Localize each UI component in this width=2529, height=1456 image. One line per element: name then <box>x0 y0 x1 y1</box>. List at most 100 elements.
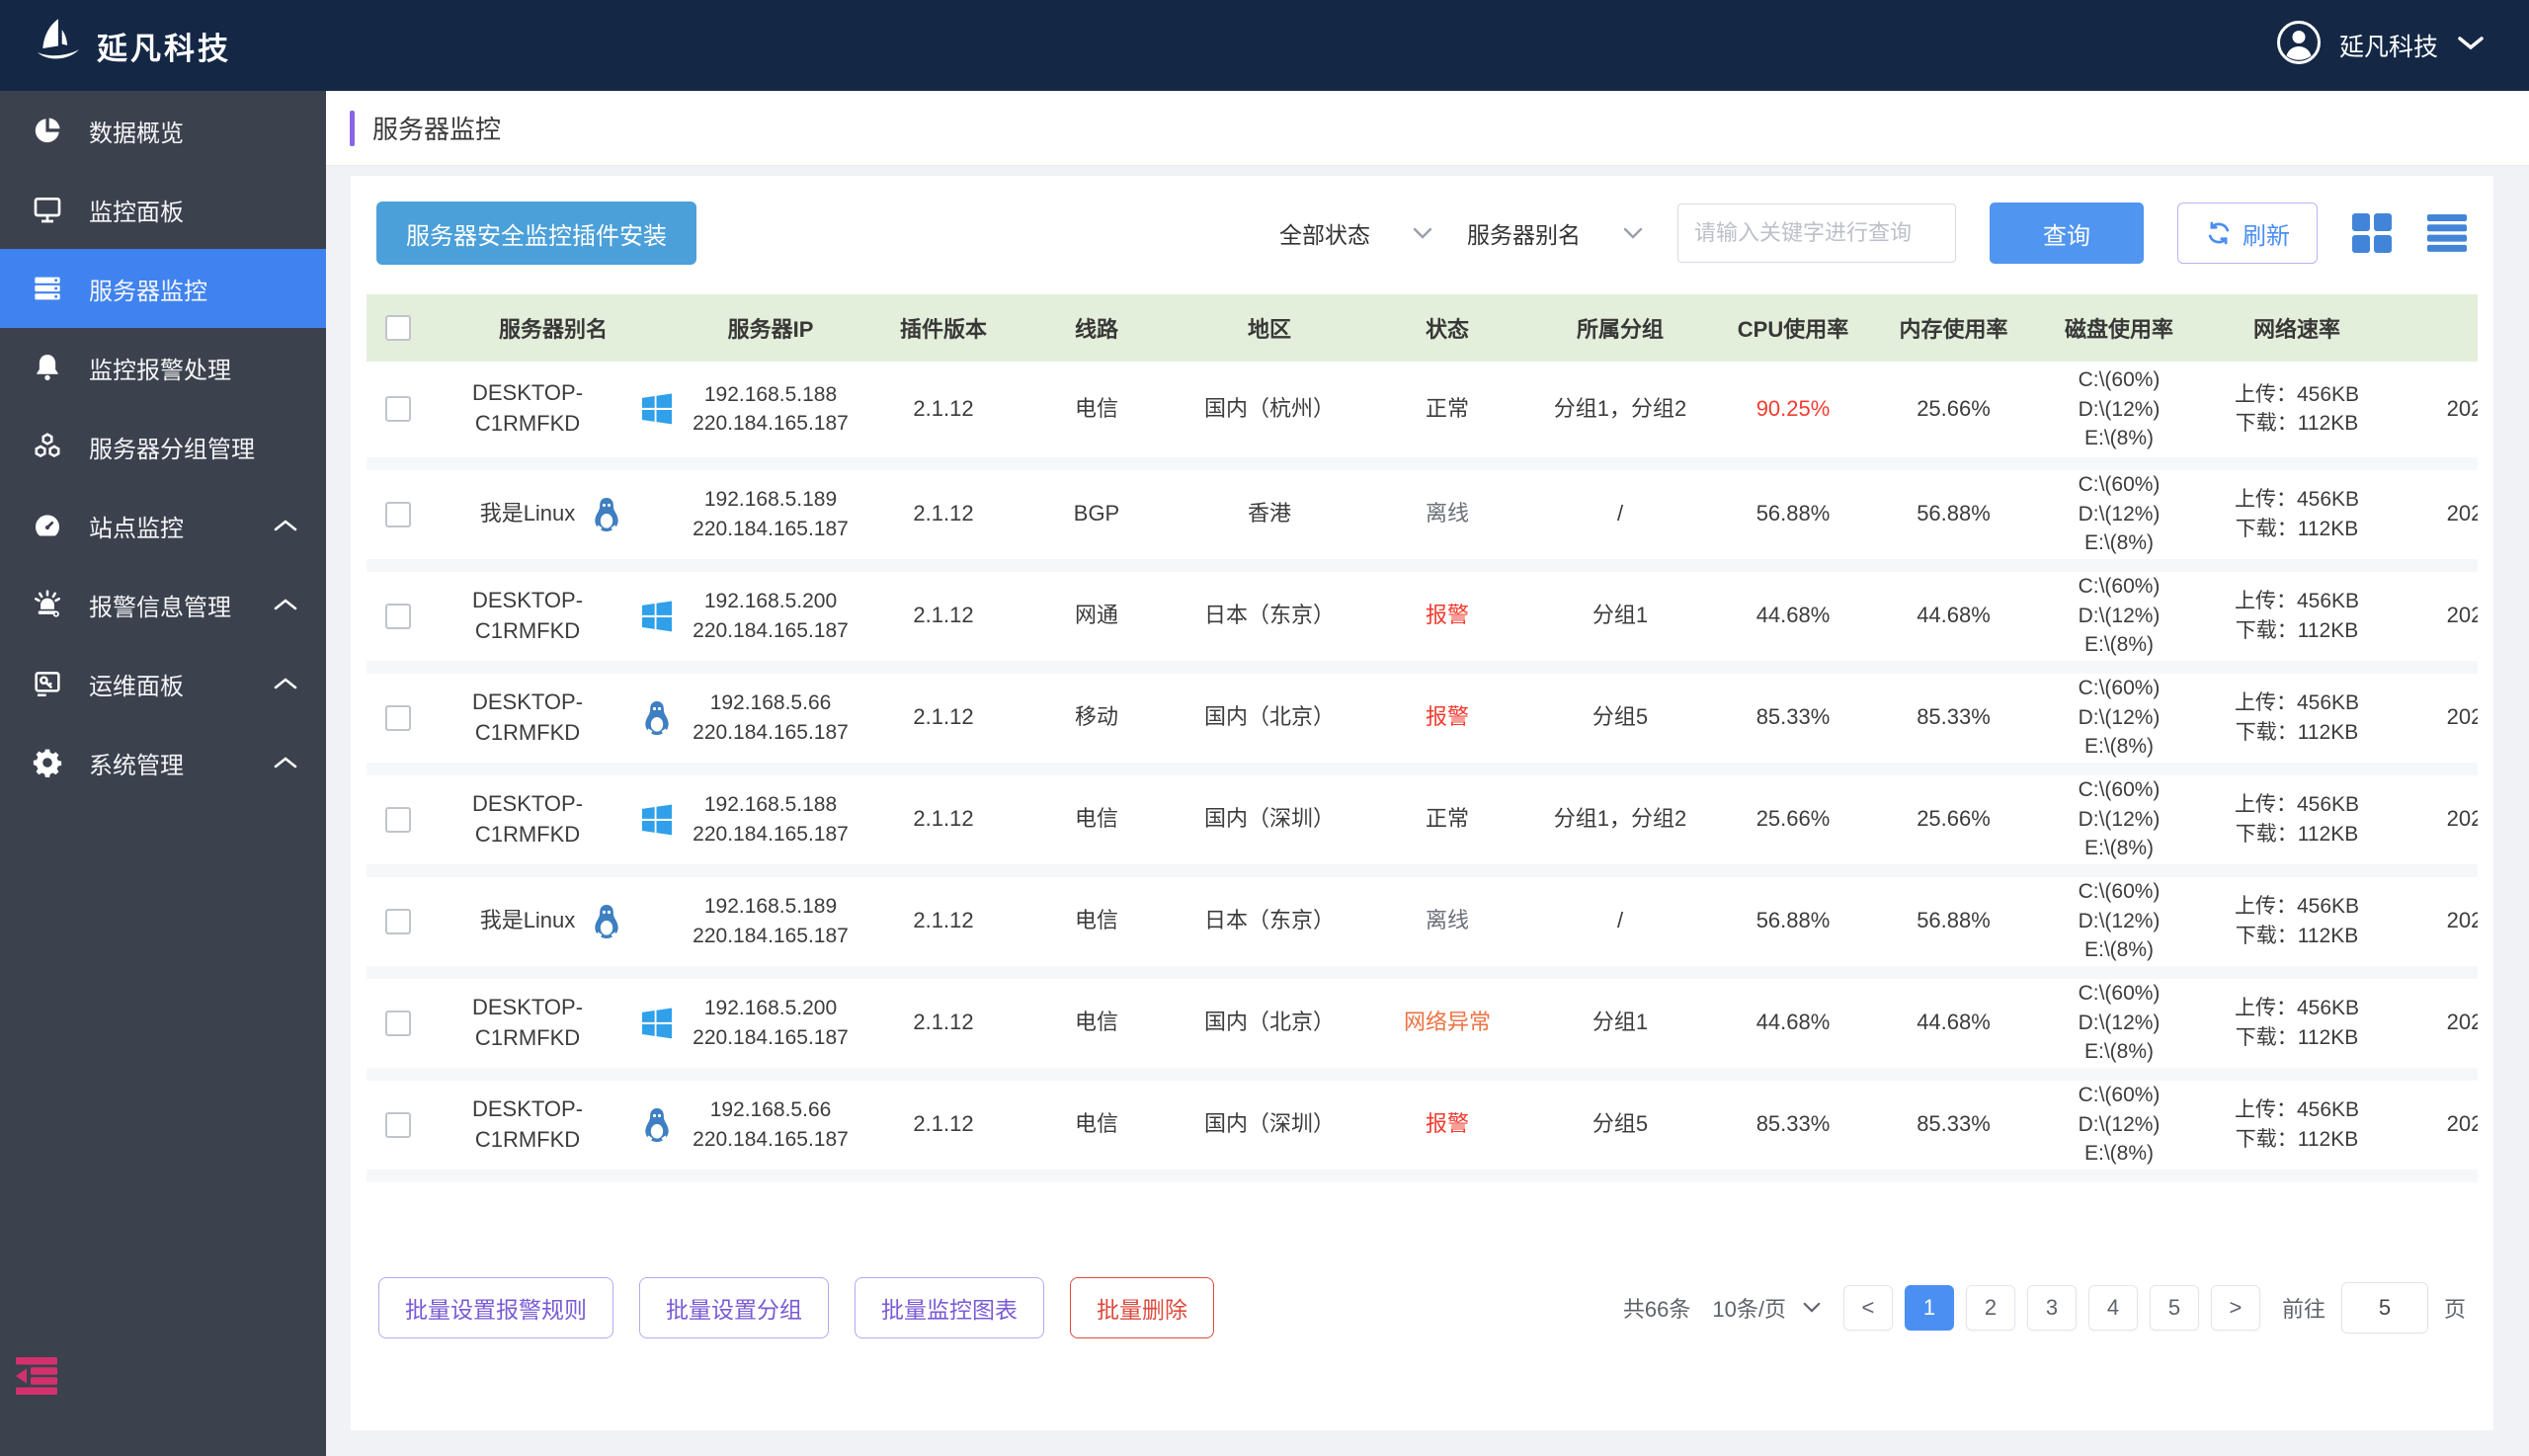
row-checkbox[interactable] <box>385 1010 411 1036</box>
row-checkbox[interactable] <box>385 603 411 629</box>
plugin-version-cell: 2.1.12 <box>864 362 1022 470</box>
query-button[interactable]: 查询 <box>1990 202 2144 264</box>
table-row[interactable]: 我是Linux 192.168.5.189 220.184.165.187 2.1… <box>367 870 2478 979</box>
brand: 延凡科技 <box>34 16 231 75</box>
table-row[interactable]: DESKTOP-C1RMFKD 192.168.5.200 220.184.165… <box>367 565 2478 674</box>
pagination: 共66条 10条/页 <12345> 前往 页 <box>1623 1281 2466 1334</box>
row-checkbox[interactable] <box>385 396 411 423</box>
refresh-button[interactable]: 刷新 <box>2177 202 2318 264</box>
alias-cell: DESKTOP-C1RMFKD <box>430 667 677 775</box>
page-button-1[interactable]: 1 <box>1904 1284 1954 1331</box>
region-cell: 国内（北京） <box>1171 972 1368 1081</box>
sidebar-item-ops-panel[interactable]: 运维面板 <box>0 644 326 723</box>
sidebar-item-data-overview[interactable]: 数据概览 <box>0 91 326 170</box>
cpu-cell: 56.88% <box>1714 463 1872 572</box>
select-all-checkbox[interactable] <box>385 315 411 341</box>
sidebar-item-monitor-panel[interactable]: 监控面板 <box>0 170 326 249</box>
user-menu[interactable]: 延凡科技 <box>2276 20 2486 72</box>
sidebar-item-label: 运维面板 <box>89 673 184 700</box>
server-alias: DESKTOP-C1RMFKD <box>471 587 584 643</box>
group-cell: 分组5 <box>1526 667 1714 775</box>
page-button-3[interactable]: 3 <box>2026 1284 2077 1331</box>
column-header: 插件版本 <box>864 294 1022 362</box>
monitor-icon <box>34 198 61 223</box>
title-accent-bar <box>350 110 355 146</box>
column-header: 地区 <box>1171 294 1368 362</box>
server-table-wrap: 服务器别名 服务器IP 插件版本 线路 地区 状态 所属分组 CPU使用率 内存使用率 磁盘使用率… <box>367 294 2478 1182</box>
network-cell: 上传：456KB 下载：112KB <box>2203 768 2391 877</box>
row-checkbox[interactable] <box>385 501 411 527</box>
network-cell: 上传：456KB 下载：112KB <box>2203 870 2391 979</box>
sidebar-item-system-settings[interactable]: 系统管理 <box>0 723 326 802</box>
network-cell: 上传：456KB 下载：112KB <box>2203 565 2391 674</box>
select-all-header <box>367 294 430 362</box>
page-button-5[interactable]: 5 <box>2149 1284 2199 1331</box>
row-checkbox[interactable] <box>385 704 411 731</box>
content: 服务器安全监控插件安装 全部状态 服务器别名 查询 <box>326 166 2529 1456</box>
group-cell: 分组1，分组2 <box>1526 768 1714 877</box>
linux-icon <box>595 904 618 938</box>
ip-cell: 192.168.5.188 220.184.165.187 <box>677 362 864 470</box>
chevron-down-icon <box>1803 1302 1821 1313</box>
bulk-action-button[interactable]: 批量设置分组 <box>639 1276 829 1338</box>
page-button-4[interactable]: 4 <box>2087 1284 2138 1331</box>
table-row[interactable]: DESKTOP-C1RMFKD 192.168.5.66 220.184.165.… <box>367 1074 2478 1182</box>
cubes-icon <box>35 433 60 458</box>
line-cell: 电信 <box>1022 1074 1171 1182</box>
network-cell: 上传：456KB 下载：112KB <box>2203 463 2391 572</box>
search-input[interactable] <box>1677 203 1956 263</box>
table-row[interactable]: 我是Linux 192.168.5.189 220.184.165.187 2.1… <box>367 463 2478 572</box>
status-cell: 正常 <box>1368 362 1526 470</box>
bulk-action-button[interactable]: 批量监控图表 <box>855 1276 1044 1338</box>
prev-page-button[interactable]: < <box>1842 1284 1893 1331</box>
sidebar-item-server-monitor[interactable]: 服务器监控 <box>0 249 326 328</box>
sidebar-item-alert-handling[interactable]: 监控报警处理 <box>0 328 326 407</box>
install-plugin-button[interactable]: 服务器安全监控插件安装 <box>376 202 696 265</box>
goto-page-input[interactable] <box>2340 1281 2428 1334</box>
page-button-2[interactable]: 2 <box>1965 1284 2015 1331</box>
refresh-label: 刷新 <box>2243 222 2290 250</box>
list-view-icon[interactable] <box>2426 212 2468 254</box>
grid-view-icon[interactable] <box>2351 212 2393 254</box>
cpu-cell: 44.68% <box>1714 565 1872 674</box>
table-row[interactable]: DESKTOP-C1RMFKD 192.168.5.200 220.184.165… <box>367 972 2478 1081</box>
sidebar-item-label: 服务器监控 <box>89 278 207 305</box>
group-cell: 分组1 <box>1526 972 1714 1081</box>
line-cell: 网通 <box>1022 565 1171 674</box>
page-size-select[interactable]: 10条/页 <box>1712 1292 1822 1324</box>
page-size-value: 10条/页 <box>1712 1296 1786 1322</box>
sidebar-item-alert-info[interactable]: 报警信息管理 <box>0 565 326 644</box>
line-cell: 电信 <box>1022 362 1171 470</box>
sidebar-item-site-monitor[interactable]: 站点监控 <box>0 486 326 565</box>
row-checkbox[interactable] <box>385 1111 411 1138</box>
region-cell: 日本（东京） <box>1171 565 1368 674</box>
table-row[interactable]: DESKTOP-C1RMFKD 192.168.5.188 220.184.165… <box>367 362 2478 470</box>
table-row[interactable]: DESKTOP-C1RMFKD 192.168.5.66 220.184.165.… <box>367 667 2478 775</box>
status-cell: 正常 <box>1368 768 1526 877</box>
sidebar-collapse-icon[interactable] <box>14 1357 59 1395</box>
bulk-action-button[interactable]: 批量设置报警规则 <box>378 1276 613 1338</box>
alias-cell: 我是Linux <box>430 870 677 979</box>
ip-cell: 192.168.5.66 220.184.165.187 <box>677 1074 864 1182</box>
plugin-version-cell: 2.1.12 <box>864 768 1022 877</box>
row-checkbox[interactable] <box>385 908 411 934</box>
line-cell: 电信 <box>1022 972 1171 1081</box>
disk-cell: C:\(60%) D:\(12%) E:\(8%) <box>2035 870 2203 979</box>
server-alias: DESKTOP-C1RMFKD <box>471 380 584 437</box>
sidebar-item-server-groups[interactable]: 服务器分组管理 <box>0 407 326 486</box>
row-checkbox[interactable] <box>385 806 411 833</box>
column-header: 状态 <box>1368 294 1526 362</box>
row-select-cell <box>367 667 430 775</box>
table-footer: 批量设置报警规则 批量设置分组 批量监控图表 批量删除 共66条 10条/页 <1 2 3… <box>378 1276 2466 1338</box>
status-filter-select[interactable]: 全部状态 <box>1279 216 1433 250</box>
bulk-action-button[interactable]: 批量删除 <box>1070 1276 1214 1338</box>
user-name: 延凡科技 <box>2338 34 2438 61</box>
table-row[interactable]: DESKTOP-C1RMFKD 192.168.5.188 220.184.165… <box>367 768 2478 877</box>
column-header: 线路 <box>1022 294 1171 362</box>
group-cell: 分组1，分组2 <box>1526 362 1714 470</box>
sidebar: 数据概览 监控面板 服务器监控 监控报警处理 服务器分组管理 站点监控 报警信息… <box>0 91 326 1456</box>
next-page-button[interactable]: > <box>2210 1284 2260 1331</box>
field-filter-select[interactable]: 服务器别名 <box>1467 216 1644 250</box>
main-area: 服务器监控 服务器安全监控插件安装 全部状态 服务器别名 请输入关键字进行查询 … <box>326 91 2529 1456</box>
status-cell: 报警 <box>1368 1074 1526 1182</box>
